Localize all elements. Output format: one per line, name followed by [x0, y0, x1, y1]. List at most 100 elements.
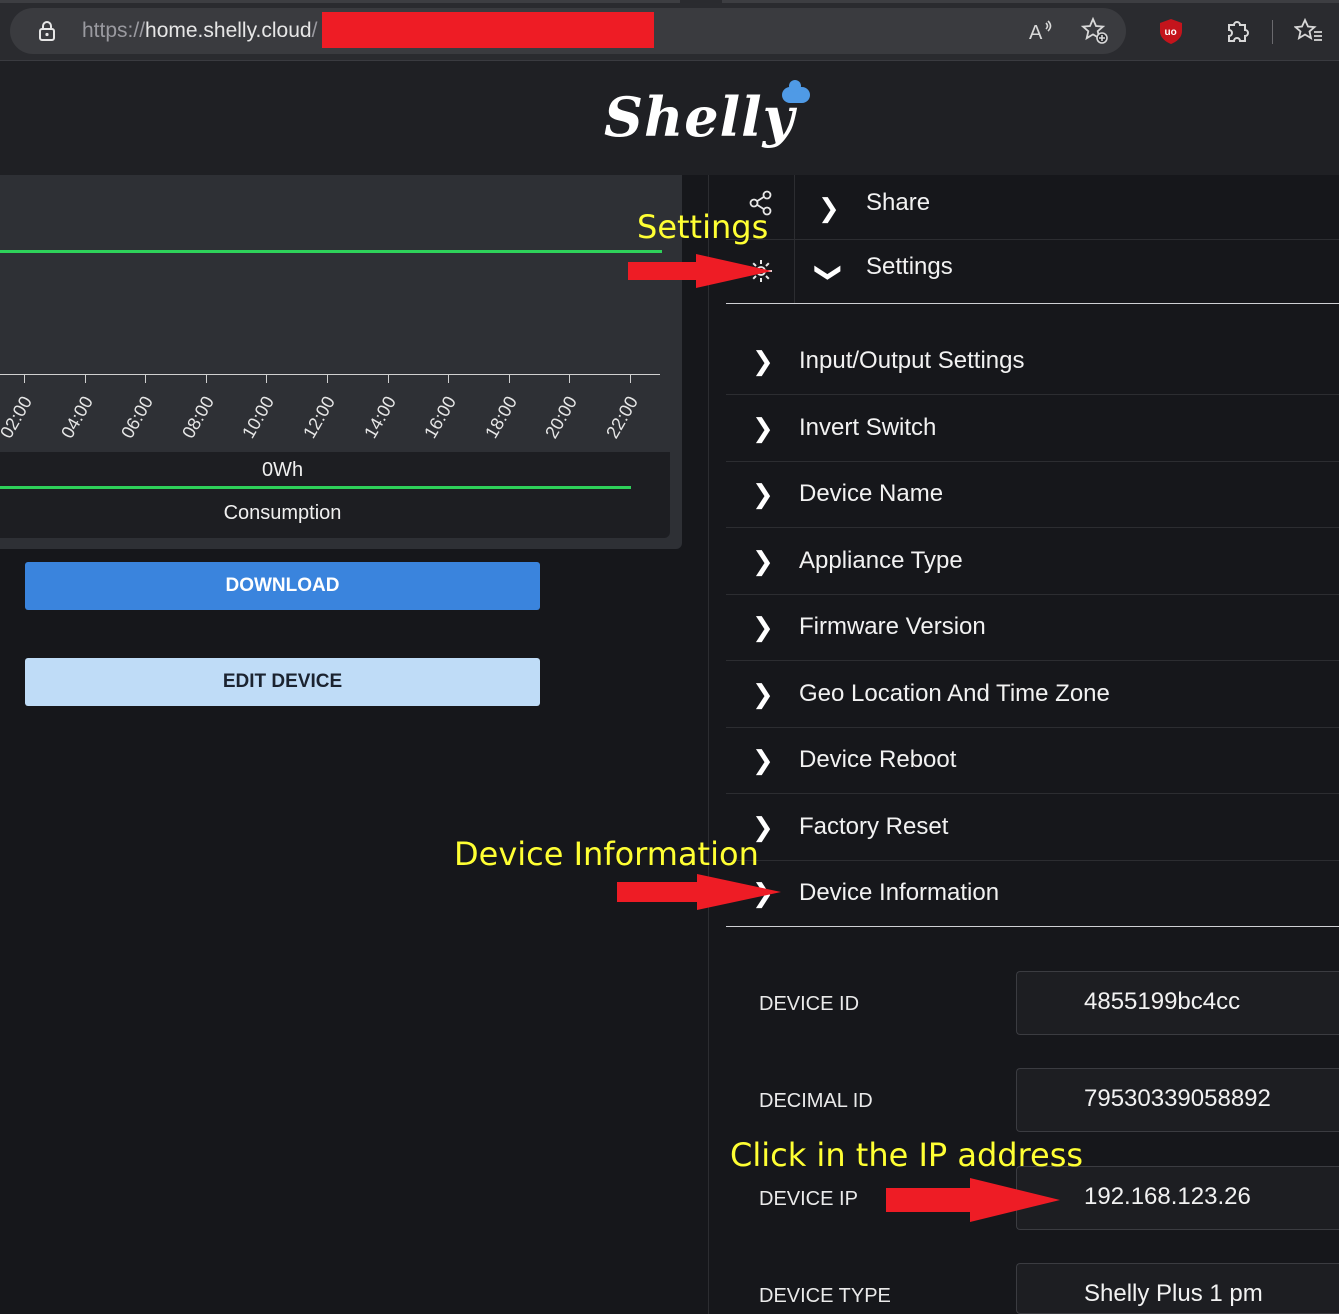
chevron-right-icon: ❯ [752, 545, 774, 576]
tab-strip-right [722, 0, 1339, 3]
x-axis-tick-label: 20:00 [541, 392, 582, 442]
x-axis-tick [205, 374, 207, 383]
add-favorite-icon[interactable] [1080, 16, 1110, 46]
menu-item-label: Geo Location And Time Zone [799, 679, 1110, 707]
x-axis-tick [508, 374, 510, 383]
browser-toolbar: https://home.shelly.cloud/ A uo [0, 0, 1339, 61]
menu-item-label: Device Reboot [799, 746, 957, 773]
menu-item-label: Firmware Version [799, 613, 986, 640]
consumption-series-line [0, 250, 662, 253]
device-ip-label: DEVICE IP [759, 1188, 858, 1210]
edit-device-button[interactable]: EDIT DEVICE [25, 658, 540, 706]
chevron-right-icon: ❯ [752, 479, 774, 509]
x-axis-tick-label: 18:00 [480, 392, 521, 442]
legend-color-bar [0, 486, 631, 489]
favorites-icon[interactable] [1294, 16, 1324, 46]
x-axis-tick [145, 374, 147, 383]
extensions-icon[interactable] [1222, 16, 1252, 46]
x-axis-tick [24, 374, 25, 383]
x-axis-tick-label: 04:00 [56, 392, 97, 442]
device-ip-value: 192.168.123.26 [1084, 1183, 1251, 1210]
annotation-arrow-ip [886, 1178, 1060, 1222]
download-button[interactable]: DOWNLOAD [25, 562, 540, 610]
device-id-label: DEVICE ID [759, 993, 860, 1015]
annotation-click-ip: Click in the IP address [730, 1136, 1084, 1174]
x-axis-tick-label: 22:00 [602, 392, 643, 442]
consumption-chart: 02:00 04:00 06:00 08:00 10:00 12:00 14:00 16:00… [0, 175, 682, 549]
x-axis-tick [327, 374, 328, 383]
ublock-icon[interactable]: uo [1156, 16, 1186, 46]
annotation-arrow-settings [628, 254, 772, 288]
toolbar-separator [1272, 20, 1273, 44]
menu-item-invert-switch[interactable]: ❯ Invert Switch [726, 395, 1339, 462]
menu-item-device-reboot[interactable]: ❯ Device Reboot [726, 727, 1339, 794]
settings-row[interactable]: ❯ Settings [726, 239, 1339, 304]
menu-item-label: Appliance Type [799, 546, 963, 574]
x-axis-tick [569, 374, 571, 383]
svg-text:A: A [1029, 22, 1043, 44]
annotation-arrow-device-information [617, 874, 781, 910]
chevron-right-icon: ❯ [752, 612, 774, 642]
x-axis-tick-label: 12:00 [299, 392, 340, 442]
menu-item-label: Input/Output Settings [799, 347, 1025, 374]
decimal-id-label: DECIMAL ID [759, 1090, 873, 1112]
shelly-logo[interactable]: Shelly [604, 85, 795, 149]
device-type-field[interactable]: Shelly Plus 1 pm [1016, 1263, 1339, 1314]
menu-item-label: Invert Switch [799, 413, 937, 441]
x-axis-tick [84, 374, 86, 383]
x-axis-tick-label: 08:00 [177, 392, 218, 442]
menu-item-device-name[interactable]: ❯ Device Name [726, 461, 1339, 528]
tab-strip-left [0, 0, 680, 3]
url-text[interactable]: https://home.shelly.cloud/ [82, 19, 317, 43]
share-label: Share [866, 189, 931, 216]
x-axis-tick-label: 16:00 [420, 392, 461, 442]
address-bar[interactable]: https://home.shelly.cloud/ [10, 8, 1126, 54]
annotation-settings: Settings [637, 208, 769, 246]
menu-item-input-output-settings[interactable]: ❯ Input/Output Settings [726, 328, 1339, 395]
device-id-field[interactable]: 4855199bc4cc [1016, 971, 1339, 1035]
chart-legend: 0Wh Consumption [0, 452, 670, 538]
panel-divider [708, 175, 709, 1314]
menu-item-label: Device Information [799, 879, 1000, 906]
legend-value: 0Wh [261, 459, 304, 481]
chevron-right-icon: ❯ [752, 678, 774, 709]
device-id-value: 4855199bc4cc [1084, 988, 1241, 1015]
chevron-down-icon: ❯ [814, 261, 845, 284]
app-header: Shelly [0, 61, 1339, 175]
menu-item-geo-location-and-time-zone[interactable]: ❯ Geo Location And Time Zone [726, 661, 1339, 728]
menu-item-firmware-version[interactable]: ❯ Firmware Version [726, 594, 1339, 661]
menu-item-label: Factory Reset [799, 812, 949, 840]
x-axis-tick-label: 02:00 [0, 392, 37, 442]
menu-item-factory-reset[interactable]: ❯ Factory Reset [726, 794, 1339, 861]
device-ip-field[interactable]: 192.168.123.26 [1016, 1166, 1339, 1230]
x-axis [0, 374, 660, 375]
x-axis-tick-label: 14:00 [359, 392, 400, 442]
decimal-id-value: 79530339058892 [1084, 1085, 1271, 1112]
menu-item-appliance-type[interactable]: ❯ Appliance Type [726, 528, 1339, 595]
menu-item-device-information[interactable]: ❯Device Information [726, 860, 1339, 927]
share-row[interactable]: ❯ Share [726, 175, 1339, 240]
annotation-device-information: Device Information [454, 835, 759, 873]
chevron-right-icon: ❯ [752, 346, 774, 376]
cloud-icon [782, 80, 810, 103]
lock-icon[interactable] [36, 20, 58, 42]
url-scheme: https:// [82, 19, 146, 42]
chevron-right-icon: ❯ [818, 193, 840, 223]
x-axis-tick-label: 10:00 [238, 392, 279, 442]
x-axis-tick [630, 374, 631, 383]
chevron-right-icon: ❯ [752, 745, 774, 775]
menu-item-label: Device Name [799, 480, 944, 507]
settings-label: Settings [866, 253, 953, 280]
decimal-id-field[interactable]: 79530339058892 [1016, 1068, 1339, 1132]
redaction-block [322, 12, 654, 48]
url-path: / [311, 19, 318, 42]
chevron-right-icon: ❯ [752, 412, 774, 443]
x-axis-tick [266, 374, 268, 383]
read-aloud-icon[interactable]: A [1026, 16, 1056, 46]
x-axis-tick [448, 374, 450, 383]
url-host: home.shelly.cloud [145, 19, 312, 42]
x-axis-tick [387, 374, 389, 383]
legend-label: Consumption [223, 502, 342, 524]
device-type-value: Shelly Plus 1 pm [1084, 1280, 1263, 1307]
x-axis-tick-label: 06:00 [117, 392, 158, 442]
